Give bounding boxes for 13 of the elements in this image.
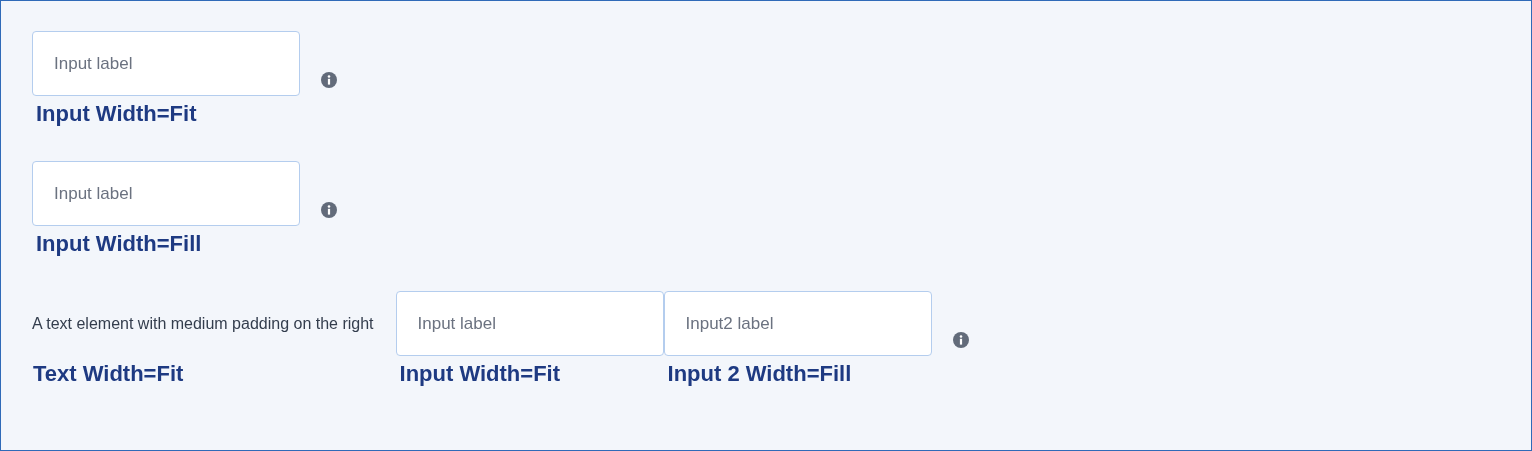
input-field[interactable]: Input label — [395, 291, 664, 356]
caption: Text Width=Fit — [32, 360, 185, 388]
input-field[interactable]: Input label — [32, 161, 300, 226]
caption: Input Width=Fit — [35, 100, 198, 128]
caption: Input 2 Width=Fill — [666, 360, 853, 388]
input-field[interactable]: Input label — [32, 31, 300, 96]
info-icon[interactable] — [952, 332, 969, 348]
input-field[interactable]: Input2 label — [663, 291, 932, 356]
caption: Input Width=Fit — [398, 360, 561, 388]
info-icon[interactable] — [321, 202, 337, 218]
caption: Input Width=Fill — [35, 230, 203, 258]
info-icon[interactable] — [321, 72, 337, 88]
text-element: A text element with medium padding on the right — [32, 314, 374, 333]
